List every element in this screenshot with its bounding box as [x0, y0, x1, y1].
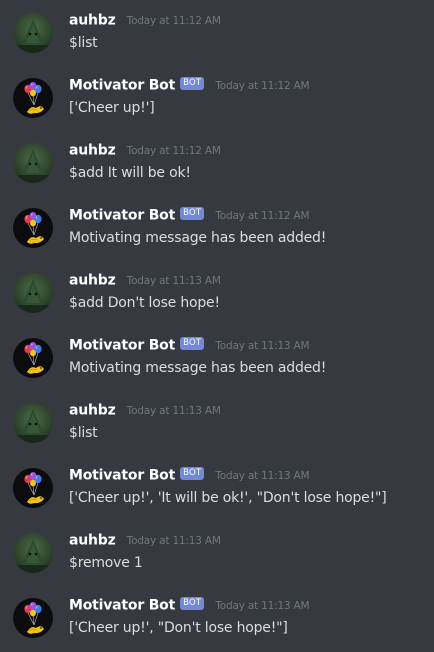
message-content: $add It will be ok! [69, 165, 191, 181]
green-user-avatar-icon[interactable] [13, 533, 53, 573]
balloons-avatar-icon[interactable] [13, 208, 53, 248]
message: Motivator Bot BOT Today at 11:13 AM ['Che… [0, 455, 434, 520]
message-content: $list [69, 35, 98, 51]
message-content: $add Don't lose hope! [69, 295, 220, 311]
message-header: auhbz Today at 11:13 AM [69, 530, 221, 550]
message-header: Motivator Bot BOT Today at 11:12 AM [69, 75, 310, 95]
timestamp: Today at 11:12 AM [126, 14, 221, 27]
message-header: Motivator Bot BOT Today at 11:13 AM [69, 595, 310, 615]
message-header: Motivator Bot BOT Today at 11:12 AM [69, 205, 310, 225]
message-header: Motivator Bot BOT Today at 11:13 AM [69, 335, 310, 355]
message-content: ['Cheer up!'] [69, 100, 155, 116]
balloons-avatar-icon[interactable] [13, 468, 53, 508]
username[interactable]: auhbz [69, 403, 116, 419]
message: auhbz Today at 11:13 AM $remove 1 [0, 520, 434, 585]
username[interactable]: auhbz [69, 13, 116, 29]
timestamp: Today at 11:13 AM [126, 404, 221, 417]
username[interactable]: Motivator Bot [69, 598, 175, 614]
message-header: auhbz Today at 11:12 AM [69, 10, 221, 30]
bot-badge: BOT [180, 467, 205, 480]
message: auhbz Today at 11:13 AM $list [0, 390, 434, 455]
message-content: ['Cheer up!', "Don't lose hope!"] [69, 620, 288, 636]
timestamp: Today at 11:13 AM [126, 534, 221, 547]
balloons-avatar-icon[interactable] [13, 598, 53, 638]
green-user-avatar-icon[interactable] [13, 143, 53, 183]
timestamp: Today at 11:12 AM [215, 209, 310, 222]
username[interactable]: Motivator Bot [69, 78, 175, 94]
message-content: $list [69, 425, 98, 441]
green-user-avatar-icon[interactable] [13, 13, 53, 53]
username[interactable]: Motivator Bot [69, 468, 175, 484]
message: Motivator Bot BOT Today at 11:12 AM ['Che… [0, 65, 434, 130]
message: Motivator Bot BOT Today at 11:12 AM Motiv… [0, 195, 434, 260]
message-content: ['Cheer up!', 'It will be ok!', "Don't l… [69, 490, 387, 506]
message-header: auhbz Today at 11:13 AM [69, 270, 221, 290]
message: auhbz Today at 11:13 AM $add Don't lose … [0, 260, 434, 325]
bot-badge: BOT [180, 207, 205, 220]
message-header: auhbz Today at 11:13 AM [69, 400, 221, 420]
green-user-avatar-icon[interactable] [13, 403, 53, 443]
bot-badge: BOT [180, 597, 205, 610]
message-header: Motivator Bot BOT Today at 11:13 AM [69, 465, 310, 485]
username[interactable]: auhbz [69, 273, 116, 289]
balloons-avatar-icon[interactable] [13, 78, 53, 118]
timestamp: Today at 11:13 AM [126, 274, 221, 287]
timestamp: Today at 11:13 AM [215, 599, 310, 612]
username[interactable]: auhbz [69, 143, 116, 159]
message: auhbz Today at 11:12 AM $add It will be … [0, 130, 434, 195]
timestamp: Today at 11:12 AM [126, 144, 221, 157]
timestamp: Today at 11:12 AM [215, 79, 310, 92]
balloons-avatar-icon[interactable] [13, 338, 53, 378]
username[interactable]: Motivator Bot [69, 208, 175, 224]
message-content: Motivating message has been added! [69, 230, 327, 246]
message-content: Motivating message has been added! [69, 360, 327, 376]
chat-messages: auhbz Today at 11:12 AM $list Motivator … [0, 0, 434, 652]
message-header: auhbz Today at 11:12 AM [69, 140, 221, 160]
message: Motivator Bot BOT Today at 11:13 AM Motiv… [0, 325, 434, 390]
username[interactable]: auhbz [69, 533, 116, 549]
bot-badge: BOT [180, 337, 205, 350]
bot-badge: BOT [180, 77, 205, 90]
message: Motivator Bot BOT Today at 11:13 AM ['Che… [0, 585, 434, 650]
timestamp: Today at 11:13 AM [215, 339, 310, 352]
green-user-avatar-icon[interactable] [13, 273, 53, 313]
timestamp: Today at 11:13 AM [215, 469, 310, 482]
message-content: $remove 1 [69, 555, 143, 571]
message: auhbz Today at 11:12 AM $list [0, 0, 434, 65]
username[interactable]: Motivator Bot [69, 338, 175, 354]
